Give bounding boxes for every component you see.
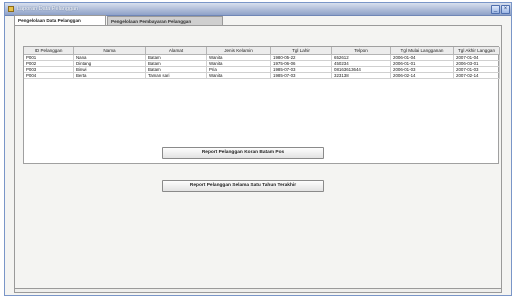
column-header-nama[interactable]: Nama — [74, 47, 146, 55]
cell-id: P004 — [24, 73, 74, 79]
column-header-jenis-kelamin[interactable]: Jenis Kelamin — [207, 47, 271, 55]
app-icon — [8, 6, 14, 12]
tab-panel: ID Pelanggan Nama Alamat Jenis Kelamin T… — [14, 25, 502, 289]
tab-strip: Pengelolaan Data Pelanggan Pengelolaan P… — [14, 15, 494, 25]
window-title: Laporan Data Pelanggan — [17, 6, 79, 12]
cell-jenis-kelamin: Wanita — [207, 73, 271, 79]
column-header-telpon[interactable]: Telpon — [332, 47, 391, 55]
table-row[interactable]: P004 Berta Taman sari Wanita 1985-07-03 … — [24, 73, 500, 79]
column-header-alamat[interactable]: Alamat — [146, 47, 207, 55]
cell-tgl-lahir: 1985-07-03 — [271, 73, 332, 79]
cell-alamat: Taman sari — [146, 73, 207, 79]
column-header-tgl-mulai[interactable]: Tgl Mulai Langganan — [391, 47, 454, 55]
cell-tgl-mulai: 2006-02-14 — [391, 73, 454, 79]
tab-pengelolaan-data-pelanggan[interactable]: Pengelolaan Data Pelanggan — [14, 15, 106, 25]
tab-pengelolaan-pembayaran-pelanggan[interactable]: Pengelolaan Pembayaran Pelanggan — [107, 16, 223, 25]
column-header-tgl-akhir[interactable]: Tgl Akhir Langgan — [454, 47, 500, 55]
cell-telpon: 323138 — [332, 73, 391, 79]
report-satu-tahun-button[interactable]: Report Pelanggan Selama Satu Tahun Terak… — [162, 180, 324, 192]
column-header-tgl-lahir[interactable]: Tgl Lahir — [271, 47, 332, 55]
minimize-icon[interactable]: _ — [491, 5, 500, 14]
panel-bottom-edge — [14, 289, 502, 293]
cell-nama: Berta — [74, 73, 146, 79]
close-icon[interactable]: × — [501, 5, 510, 14]
cell-tgl-akhir: 2007-02-14 — [454, 73, 500, 79]
table-header: ID Pelanggan Nama Alamat Jenis Kelamin T… — [24, 47, 500, 55]
column-header-id[interactable]: ID Pelanggan — [24, 47, 74, 55]
report-koran-batam-pos-button[interactable]: Report Pelanggan Koran Batam Pos — [162, 147, 324, 159]
